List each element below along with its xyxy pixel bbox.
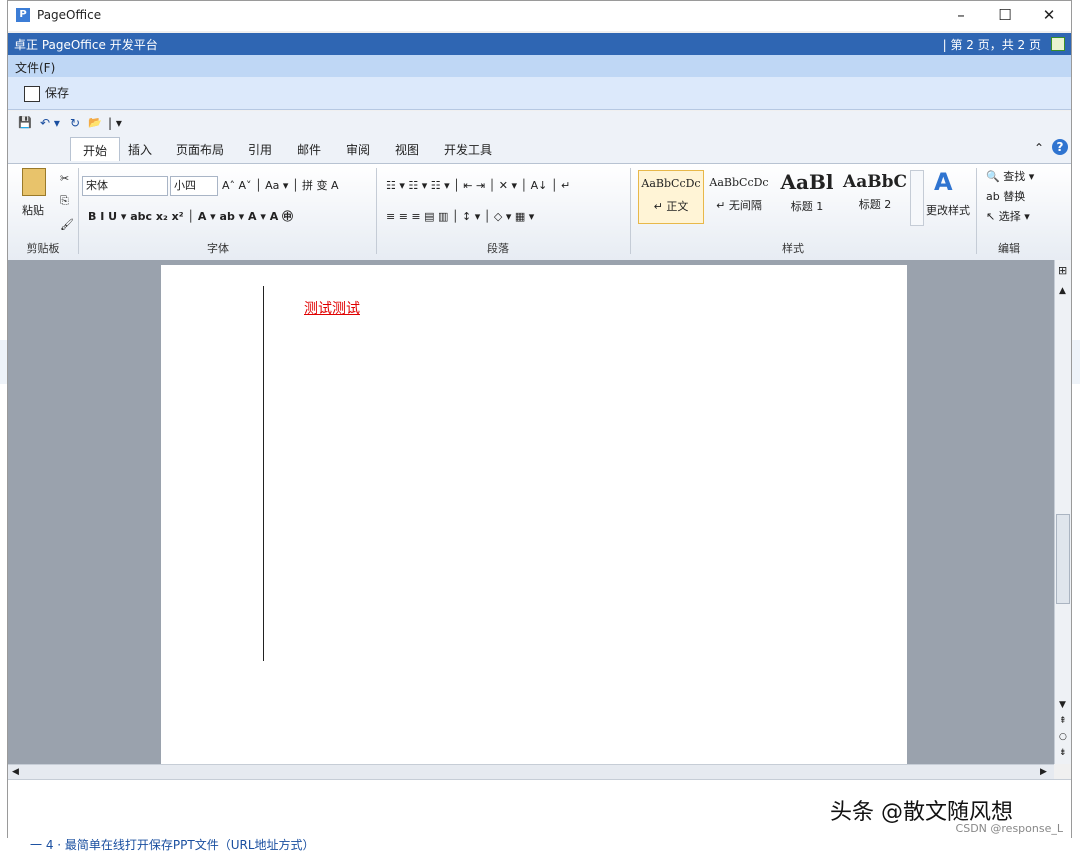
scroll-right-icon[interactable]: ▶ (1040, 765, 1047, 779)
minimize-button[interactable]: – (939, 1, 983, 31)
group-divider (78, 168, 79, 254)
select-button[interactable]: ↖ 选择 ▾ (986, 210, 1030, 224)
font-size-select[interactable]: 小四 (170, 176, 218, 196)
paragraph-tools-row1[interactable]: ☷ ▾ ☷ ▾ ☷ ▾ │ ⇤ ⇥ │ ✕ ▾ │ A↓ │ ↵ (386, 179, 570, 193)
styles-scroll[interactable] (910, 170, 924, 226)
styles-group-label: 样式 (782, 242, 804, 255)
qat-save-icon[interactable]: 💾 (18, 116, 32, 129)
status-area: 头条 @散文随风想 CSDN @response_L (8, 779, 1071, 838)
close-button[interactable]: ✕ (1027, 1, 1071, 31)
qat-open-icon[interactable]: 📂 (88, 116, 102, 129)
browse-object-icon[interactable]: ○ (1059, 730, 1067, 744)
ribbon-tabs: 开始 插入 页面布局 引用 邮件 审阅 视图 开发工具 ⌃ ? (8, 137, 1071, 161)
save-button[interactable]: 保存 (24, 84, 69, 102)
title-bar: P PageOffice – ☐ ✕ (8, 1, 1071, 31)
tab-insert[interactable]: 插入 (128, 141, 152, 158)
find-label: 查找 ▾ (1003, 170, 1035, 183)
collapse-ribbon-icon[interactable]: ⌃ (1034, 141, 1044, 155)
tab-references[interactable]: 引用 (248, 141, 272, 158)
pageoffice-header: 卓正 PageOffice 开发平台 | 第 2 页，共 2 页 (8, 33, 1071, 55)
next-page-icon[interactable]: ⇟ (1059, 746, 1067, 760)
format-painter-icon[interactable]: 🖌 (60, 218, 74, 232)
group-divider (376, 168, 377, 254)
scroll-left-icon[interactable]: ◀ (12, 765, 19, 779)
paragraph-tools-row2[interactable]: ≡ ≡ ≡ ▤ ▥ │ ↕ ▾ │ ◇ ▾ ▦ ▾ (386, 210, 534, 224)
qat-undo-icon[interactable]: ↶ ▾ (40, 116, 60, 130)
font-tools-row2[interactable]: B I U ▾ abc x₂ x² │ A ▾ ab ▾ A ▾ A ㊥ (88, 210, 293, 224)
tab-home[interactable]: 开始 (70, 137, 121, 161)
tab-review[interactable]: 审阅 (346, 141, 370, 158)
paste-icon[interactable] (22, 168, 46, 196)
group-divider (630, 168, 631, 254)
page-info: | 第 2 页，共 2 页 (942, 38, 1041, 52)
word-ribbon: 💾 ↶ ▾ ↻ 📂 | ▾ 开始 插入 页面布局 引用 邮件 审阅 视图 开发工… (8, 111, 1071, 260)
save-icon (24, 85, 40, 102)
change-styles-button[interactable]: 更改样式 (926, 204, 970, 218)
select-label: 选择 ▾ (998, 210, 1030, 223)
group-divider (976, 168, 977, 254)
maximize-button[interactable]: ☐ (983, 1, 1027, 31)
document-area: 测试测试 (8, 260, 1054, 764)
tab-layout[interactable]: 页面布局 (176, 141, 224, 158)
change-styles-icon[interactable]: A (934, 168, 953, 196)
pageoffice-title: 卓正 PageOffice 开发平台 (14, 38, 158, 52)
style-preview: AaBbCcDc (641, 177, 701, 190)
find-icon: 🔍 (986, 170, 1004, 183)
horizontal-scrollbar[interactable]: ◀ ▶ (8, 764, 1054, 779)
style-name: ↵ 无间隔 (716, 199, 762, 212)
paste-button[interactable]: 粘贴 (22, 204, 44, 218)
qat-redo-icon[interactable]: ↻ (70, 116, 80, 130)
replace-button[interactable]: ab 替换 (986, 190, 1025, 204)
scroll-up-icon[interactable]: ▲ (1059, 284, 1066, 298)
font-tools-row1[interactable]: A˄ A˅ │ Aa ▾ │ 拼 变 A (222, 179, 339, 193)
copy-icon[interactable]: ⎘ (60, 194, 69, 208)
clipboard-group-label: 剪贴板 (26, 242, 60, 255)
cut-icon[interactable]: ✂ (60, 172, 69, 186)
style-name: 标题 1 (790, 200, 824, 213)
qat-customize-icon[interactable]: | ▾ (108, 116, 122, 130)
style-preview: AaBbC (843, 172, 907, 192)
app-icon: P (16, 8, 30, 22)
style-no-spacing[interactable]: AaBbCcDc ↵ 无间隔 (706, 170, 772, 224)
quick-access-toolbar: 💾 ↶ ▾ ↻ 📂 | ▾ (8, 115, 1071, 133)
style-preview: AaBbCcDc (709, 176, 769, 189)
editing-group-label: 编辑 (998, 242, 1020, 255)
find-button[interactable]: 🔍 查找 ▾ (986, 170, 1034, 184)
vertical-scrollbar[interactable]: ⊞ ▲ ▼ ⇞ ○ ⇟ (1054, 260, 1071, 764)
csdn-watermark: CSDN @response_L (955, 822, 1063, 835)
window-title: PageOffice (37, 8, 102, 22)
replace-label: 替换 (1003, 190, 1026, 203)
document-text[interactable]: 测试测试 (304, 298, 360, 318)
font-group-label: 字体 (207, 242, 229, 255)
style-normal[interactable]: AaBbCcDc ↵ 正文 (638, 170, 704, 224)
tab-developer[interactable]: 开发工具 (444, 141, 492, 158)
help-icon[interactable]: ? (1052, 139, 1068, 155)
style-name: ↵ 正文 (653, 200, 689, 213)
document-page[interactable]: 测试测试 (161, 265, 907, 764)
save-label: 保存 (45, 86, 70, 100)
prev-page-icon[interactable]: ⇞ (1059, 714, 1067, 728)
replace-icon: ab (986, 190, 1004, 203)
tab-view[interactable]: 视图 (395, 141, 419, 158)
font-name-select[interactable]: 宋体 (82, 176, 168, 196)
tab-mailings[interactable]: 邮件 (297, 141, 321, 158)
style-heading-2[interactable]: AaBbC 标题 2 (842, 170, 908, 224)
fullscreen-icon[interactable] (1051, 37, 1065, 51)
pageoffice-toolbar: 保存 (8, 77, 1071, 110)
revision-margin-line (263, 286, 264, 661)
style-name: 标题 2 (858, 198, 892, 211)
paragraph-group-label: 段落 (487, 242, 509, 255)
style-preview: AaBl (780, 170, 834, 194)
scroll-down-icon[interactable]: ▼ (1059, 698, 1066, 712)
menu-file[interactable]: 文件(F) (15, 59, 55, 76)
ruler-toggle-icon[interactable]: ⊞ (1058, 264, 1067, 278)
vertical-scroll-thumb[interactable] (1056, 514, 1070, 604)
app-window: P PageOffice – ☐ ✕ 卓正 PageOffice 开发平台 | … (7, 0, 1072, 838)
ribbon-body: 粘贴 ✂ ⎘ 🖌 剪贴板 宋体 小四 A˄ A˅ │ Aa ▾ │ 拼 变 A … (8, 163, 1071, 260)
select-icon: ↖ (986, 210, 999, 223)
menu-bar: 文件(F) (8, 55, 1071, 77)
style-heading-1[interactable]: AaBl 标题 1 (774, 170, 840, 224)
